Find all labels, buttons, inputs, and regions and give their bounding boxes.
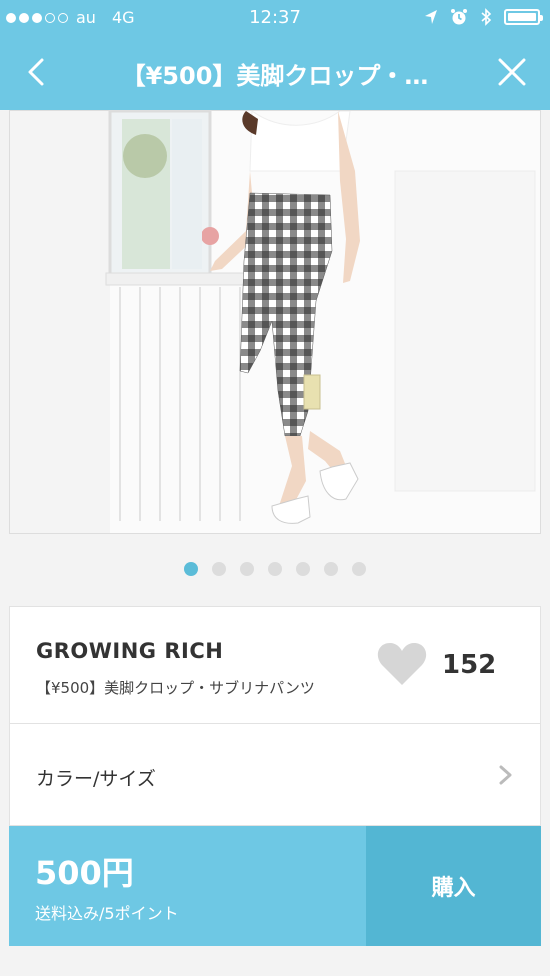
image-pager (0, 562, 550, 576)
bluetooth-icon (481, 8, 492, 26)
brand-name[interactable]: GROWING RICH (36, 639, 223, 663)
price: 500円 (35, 854, 134, 892)
battery-icon (504, 9, 543, 25)
product-image[interactable] (9, 110, 541, 534)
product-name: 【¥500】美脚クロップ・サブリナパンツ (36, 679, 315, 697)
color-size-selector[interactable]: カラー/サイズ (9, 723, 541, 826)
price-area: 500円 送料込み/5ポイント (9, 826, 366, 946)
status-right (424, 8, 543, 26)
buy-button[interactable]: 購入 (366, 826, 541, 946)
like-count: 152 (442, 650, 497, 680)
alarm-icon (451, 9, 467, 25)
close-icon[interactable] (494, 54, 530, 90)
pager-dot[interactable] (296, 562, 310, 576)
pager-dot[interactable] (184, 562, 198, 576)
pager-dot[interactable] (268, 562, 282, 576)
location-arrow-icon (425, 10, 437, 24)
heart-icon[interactable] (376, 641, 428, 687)
chevron-right-icon (499, 765, 512, 785)
purchase-bar: 500円 送料込み/5ポイント 購入 (9, 826, 541, 946)
product-photo (10, 111, 540, 533)
chevron-left-icon[interactable] (20, 54, 56, 90)
pager-dot[interactable] (324, 562, 338, 576)
status-bar: au 4G 12:37 (0, 0, 550, 36)
pager-dot[interactable] (212, 562, 226, 576)
product-info-card: GROWING RICH 【¥500】美脚クロップ・サブリナパンツ 152 (9, 606, 541, 724)
color-size-label: カラー/サイズ (36, 768, 156, 790)
shipping-info: 送料込み/5ポイント (35, 904, 179, 923)
pager-dot[interactable] (352, 562, 366, 576)
pager-dot[interactable] (240, 562, 254, 576)
navigation-bar: 【¥500】美脚クロップ・… (0, 36, 550, 110)
page-title: 【¥500】美脚クロップ・… (121, 62, 429, 90)
